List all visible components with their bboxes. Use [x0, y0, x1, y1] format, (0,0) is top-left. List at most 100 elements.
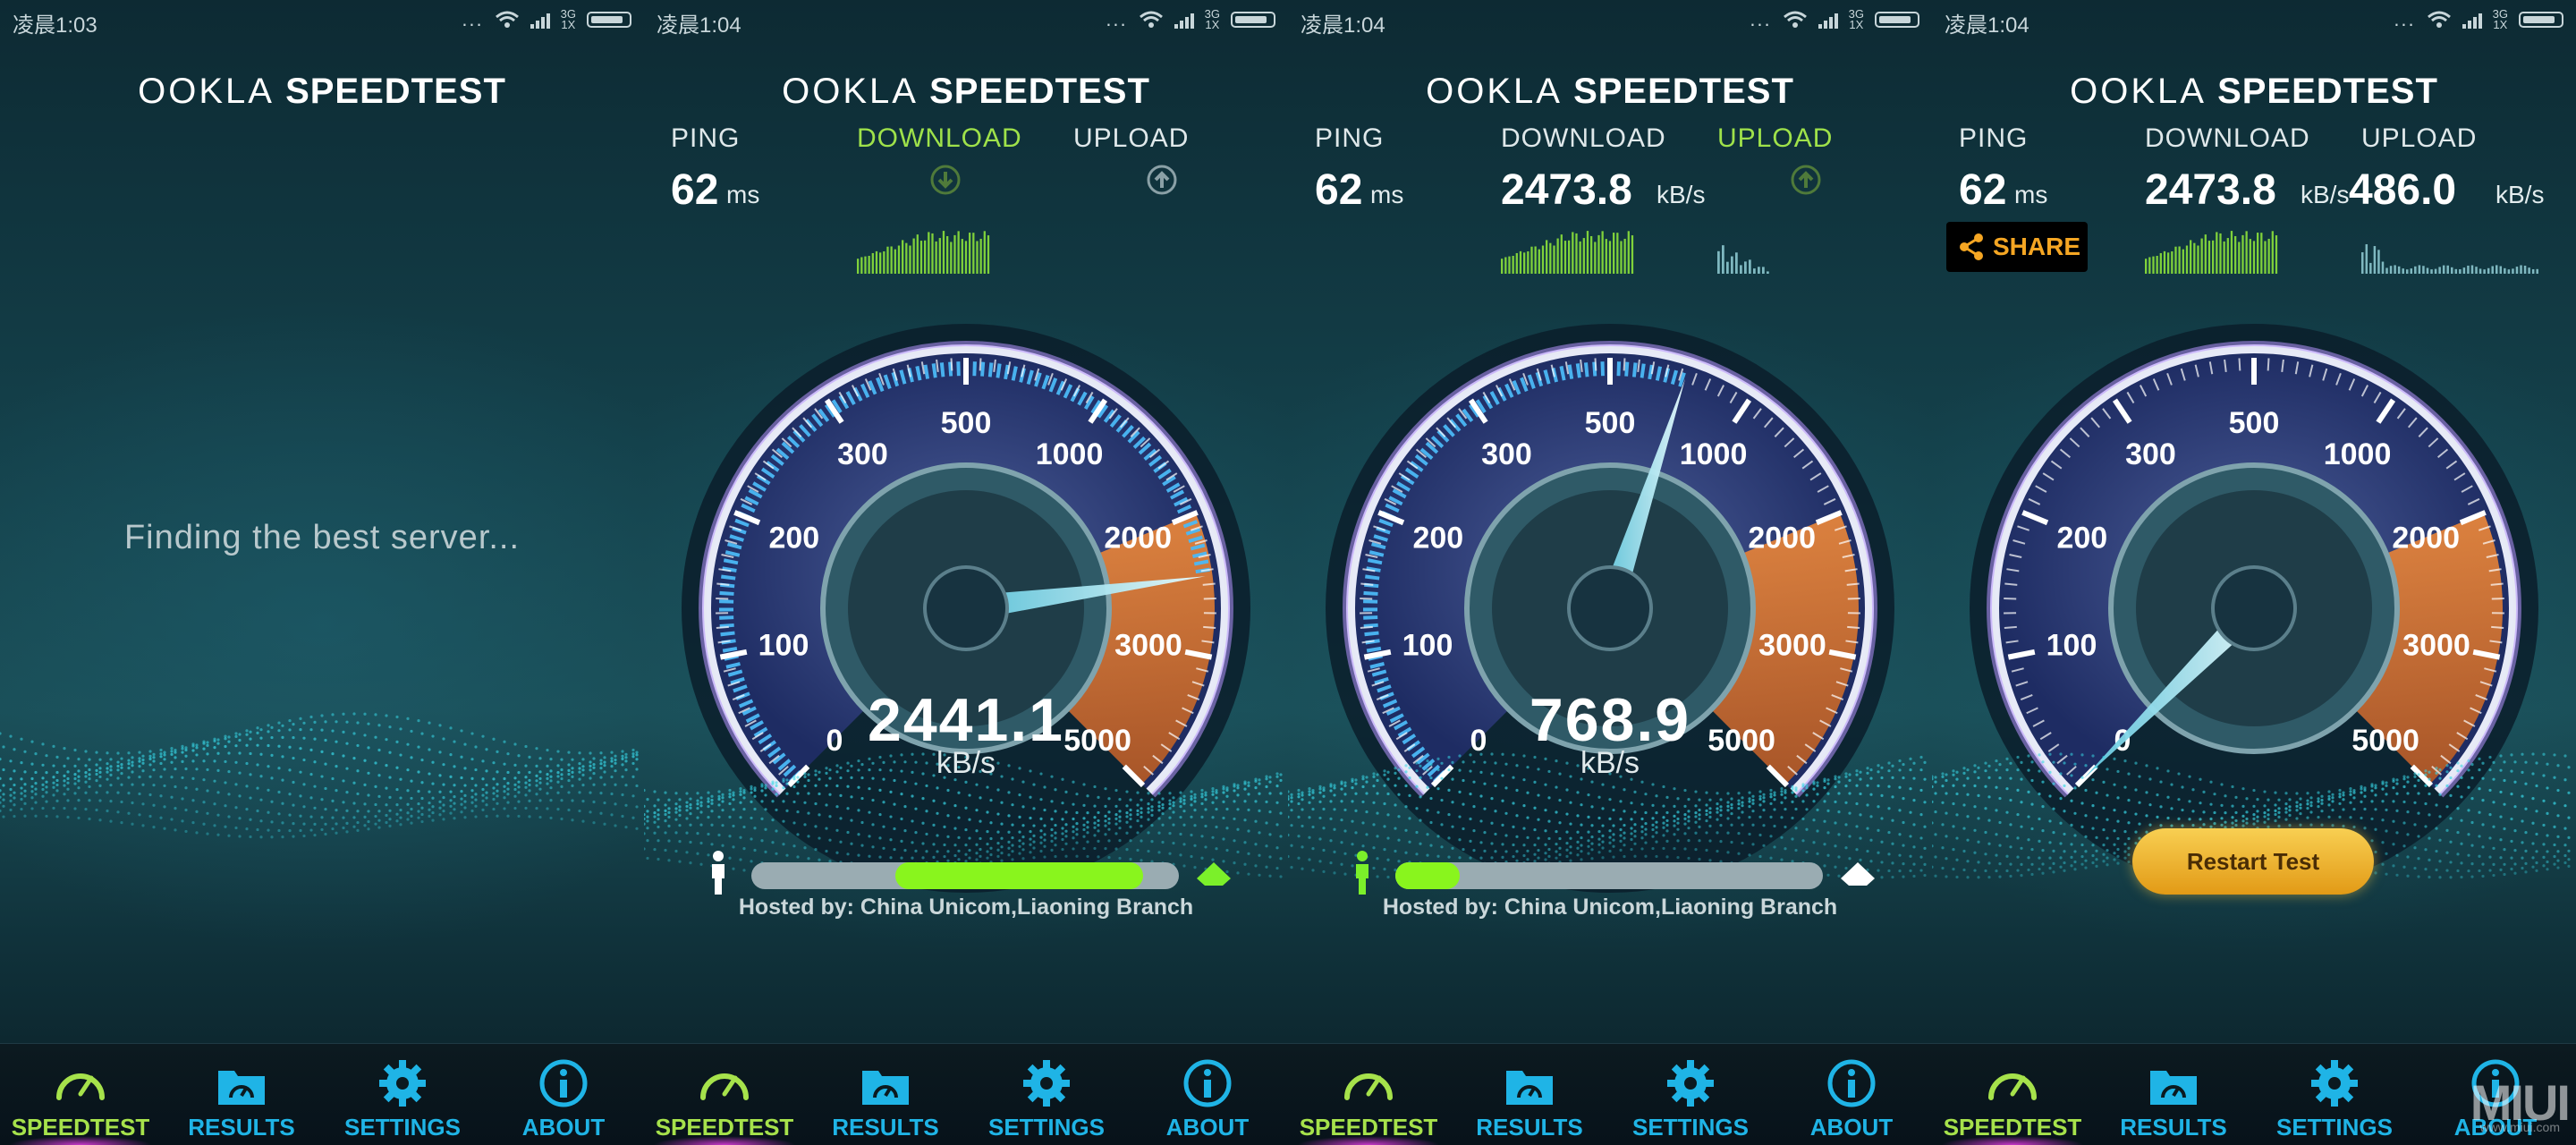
wave-dot	[1504, 850, 1508, 853]
wave-dot	[785, 782, 789, 785]
wave-dot	[299, 727, 302, 732]
wave-dot	[2080, 776, 2084, 779]
wave-dot	[528, 783, 531, 787]
wave-dot	[1726, 801, 1730, 804]
wave-dot	[1490, 842, 1494, 845]
tab-about[interactable]: ABOUT	[483, 1044, 644, 1145]
wave-dot	[1462, 847, 1465, 852]
wave-dot	[1887, 785, 1891, 788]
wave-dot	[2438, 793, 2442, 796]
tab-speedtest[interactable]: SPEEDTEST	[1932, 1044, 2093, 1145]
wave-dot	[1093, 826, 1097, 829]
wave-dot	[2256, 810, 2259, 813]
wave-dot	[699, 796, 703, 800]
wave-dot	[202, 759, 206, 763]
wave-dot	[2445, 764, 2449, 768]
wave-dot	[2417, 773, 2420, 776]
wave-dot	[2277, 810, 2281, 814]
wave-dot	[2084, 835, 2088, 838]
wave-dot	[1748, 832, 1751, 836]
wave-dot	[796, 810, 800, 814]
tab-settings[interactable]: SETTINGS	[1610, 1044, 1771, 1145]
wave-dot	[664, 809, 667, 813]
wave-dot	[1200, 802, 1204, 806]
wave-dot	[1533, 844, 1537, 847]
wave-dot	[1297, 815, 1301, 818]
wave-dot	[1386, 792, 1390, 796]
wave-dot	[267, 828, 270, 832]
wave-dot	[1308, 787, 1311, 791]
wave-dot	[1308, 790, 1311, 793]
wave-dot	[1043, 808, 1046, 812]
wave-dot	[925, 784, 928, 788]
wave-dot	[2445, 784, 2449, 788]
tab-results[interactable]: RESULTS	[805, 1044, 966, 1145]
wave-dot	[1343, 872, 1347, 876]
wave-dot	[1318, 816, 1322, 820]
wave-dot	[2424, 848, 2428, 852]
wave-dot	[1719, 824, 1723, 827]
wave-dot	[503, 762, 506, 766]
wave-dot	[699, 810, 703, 814]
wave-dot	[463, 784, 467, 787]
wave-dot	[624, 752, 628, 756]
wave-dot	[2417, 811, 2420, 815]
wave-dot	[2563, 861, 2567, 865]
tab-settings[interactable]: SETTINGS	[322, 1044, 483, 1145]
tab-label: ABOUT	[1809, 1114, 1894, 1141]
tab-settings[interactable]: SETTINGS	[2254, 1044, 2415, 1145]
wave-dot	[2488, 836, 2492, 840]
wave-dot	[2435, 784, 2438, 787]
tab-speedtest[interactable]: SPEEDTEST	[1288, 1044, 1449, 1145]
wave-dot	[2535, 861, 2538, 865]
tab-results[interactable]: RESULTS	[2093, 1044, 2254, 1145]
wave-dot	[1383, 784, 1386, 787]
wave-dot	[1104, 814, 1107, 818]
wave-dot	[2542, 752, 2546, 756]
wave-dot	[1665, 823, 1669, 827]
tab-results[interactable]: RESULTS	[1449, 1044, 1610, 1145]
wave-dot	[245, 733, 249, 736]
wave-dot	[1844, 801, 1848, 804]
wave-dot	[603, 760, 606, 764]
tab-settings[interactable]: SETTINGS	[966, 1044, 1127, 1145]
wave-dot	[535, 747, 538, 751]
wave-dot	[2478, 757, 2481, 760]
wave-dot	[106, 762, 109, 766]
wave-dot	[2456, 769, 2460, 773]
wave-dot	[1233, 817, 1236, 821]
wave-dot	[2070, 752, 2073, 756]
tab-about[interactable]: ABOUT	[1771, 1044, 1932, 1145]
wave-dot	[245, 827, 249, 831]
tab-results[interactable]: RESULTS	[161, 1044, 322, 1145]
wave-dot	[699, 801, 703, 804]
wave-dot	[1801, 817, 1805, 821]
wave-dot	[2542, 864, 2546, 868]
wave-dot	[2052, 831, 2055, 835]
wave-dot	[127, 811, 131, 815]
wave-dot	[1265, 844, 1268, 848]
wave-dot	[996, 848, 1000, 852]
wave-dot	[1655, 840, 1658, 844]
wave-dot	[1086, 831, 1089, 835]
tab-speedtest[interactable]: SPEEDTEST	[644, 1044, 805, 1145]
wave-dot	[1880, 840, 1884, 844]
tab-speedtest[interactable]: SPEEDTEST	[0, 1044, 161, 1145]
restart-test-button[interactable]: Restart Test	[2132, 828, 2374, 895]
wave-dot	[1676, 821, 1680, 825]
wave-dot	[174, 756, 177, 759]
wave-dot	[481, 787, 485, 792]
wave-dot	[1877, 784, 1880, 788]
wave-dot	[1973, 784, 1977, 788]
wave-dot	[30, 807, 34, 810]
wave-dot	[152, 803, 156, 807]
wave-dot	[739, 801, 742, 804]
wave-dot	[1877, 805, 1880, 809]
wave-dot	[227, 751, 231, 755]
wave-dot	[313, 833, 317, 837]
tab-about[interactable]: ABOUT	[1127, 1044, 1288, 1145]
wave-dot	[728, 788, 732, 793]
wave-dot	[1193, 809, 1197, 812]
wave-dot	[352, 732, 356, 735]
wave-dot	[1258, 809, 1261, 812]
